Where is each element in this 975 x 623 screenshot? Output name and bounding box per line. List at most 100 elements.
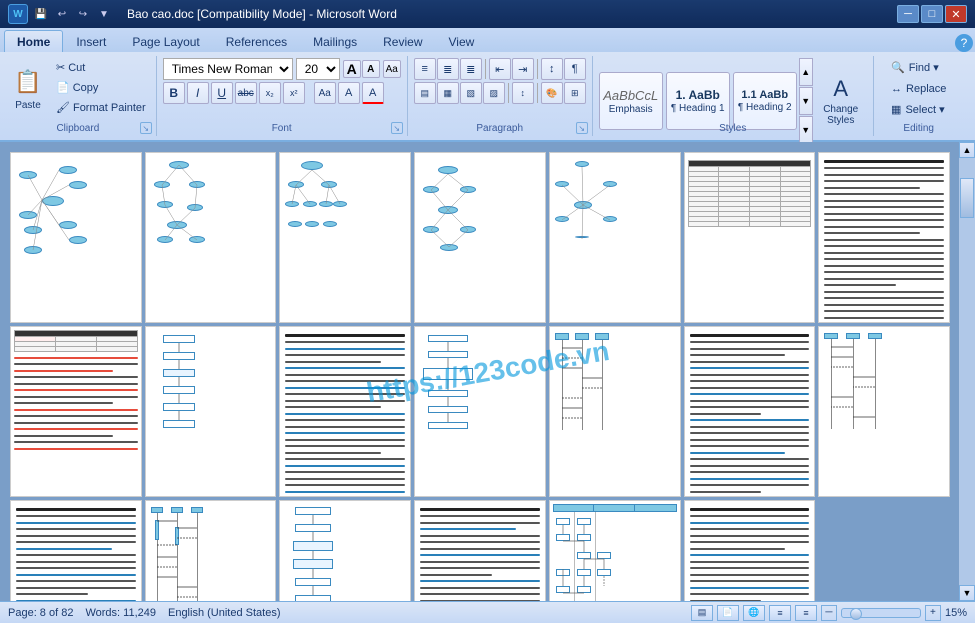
show-para-button[interactable]: ¶ <box>564 58 586 80</box>
text-line <box>824 193 944 195</box>
thumb-3[interactable] <box>279 152 411 323</box>
align-center-button[interactable]: ▦ <box>437 82 459 104</box>
font-grow-button[interactable]: A <box>343 60 361 78</box>
bold-button[interactable]: B <box>163 82 185 104</box>
font-name-select[interactable]: Times New Roman <box>163 58 293 80</box>
style-heading2[interactable]: 1.1 AaBb ¶ Heading 2 <box>733 72 797 130</box>
thumb-8[interactable] <box>10 326 142 497</box>
scroll-down-button[interactable]: ▼ <box>959 585 975 601</box>
styles-scroll-up[interactable]: ▲ <box>799 58 813 86</box>
align-right-button[interactable]: ▧ <box>460 82 482 104</box>
thumb-9[interactable] <box>145 326 277 497</box>
thumb-5[interactable] <box>549 152 681 323</box>
quick-redo[interactable]: ↪ <box>74 5 92 23</box>
zoom-out-button[interactable]: ─ <box>821 605 837 621</box>
quick-dropdown[interactable]: ▼ <box>95 5 113 23</box>
style-emphasis[interactable]: AaBbCcL Emphasis <box>599 72 663 130</box>
thumb-7[interactable] <box>818 152 950 323</box>
find-button[interactable]: 🔍 Find ▾ <box>887 58 943 77</box>
italic-button[interactable]: I <box>187 82 209 104</box>
superscript-button[interactable]: x² <box>283 82 305 104</box>
text-line <box>285 400 405 402</box>
tab-insert[interactable]: Insert <box>63 30 119 52</box>
case-button[interactable]: Aa <box>314 82 336 104</box>
tab-view[interactable]: View <box>436 30 488 52</box>
font-expand[interactable]: ↘ <box>391 122 403 134</box>
text-line <box>16 554 136 556</box>
tab-home[interactable]: Home <box>4 30 63 52</box>
paste-button[interactable]: 📋 Paste <box>6 58 50 118</box>
scroll-thumb[interactable] <box>960 178 974 218</box>
indent-inc-button[interactable]: ⇥ <box>512 58 534 80</box>
font-color-button[interactable]: A <box>362 82 384 104</box>
indent-dec-button[interactable]: ⇤ <box>489 58 511 80</box>
change-styles-button[interactable]: A Change Styles <box>815 71 867 131</box>
paste-label: Paste <box>15 100 41 111</box>
thumb-17[interactable] <box>145 500 277 601</box>
quick-save[interactable]: 💾 <box>32 5 50 23</box>
font-shrink-button[interactable]: A <box>362 60 380 78</box>
thumb-21[interactable] <box>684 500 816 601</box>
cut-button[interactable]: ✂ Cut <box>52 58 150 77</box>
paragraph-expand[interactable]: ↘ <box>576 122 588 134</box>
maximize-button[interactable]: □ <box>921 5 943 23</box>
thumb-11[interactable] <box>414 326 546 497</box>
strikethrough-button[interactable]: abc <box>235 82 257 104</box>
align-left-button[interactable]: ▤ <box>414 82 436 104</box>
draft-view[interactable]: ≡ <box>795 605 817 621</box>
outline-view[interactable]: ≡ <box>769 605 791 621</box>
select-button[interactable]: ▦ Select ▾ <box>887 100 949 119</box>
clipboard-expand[interactable]: ↘ <box>140 122 152 134</box>
thumb-6[interactable] <box>684 152 816 323</box>
justify-button[interactable]: ▨ <box>483 82 505 104</box>
borders-button[interactable]: ⊞ <box>564 82 586 104</box>
sort-button[interactable]: ↕ <box>541 58 563 80</box>
thumb-13[interactable] <box>684 326 816 497</box>
line-spacing-button[interactable]: ↕ <box>512 82 534 104</box>
tab-mailings[interactable]: Mailings <box>300 30 370 52</box>
scroll-track[interactable] <box>959 158 975 585</box>
help-button[interactable]: ? <box>955 34 973 52</box>
thumb-10[interactable] <box>279 326 411 497</box>
text-line <box>824 252 944 254</box>
multilevel-button[interactable]: ≣ <box>460 58 482 80</box>
subscript-button[interactable]: x₂ <box>259 82 281 104</box>
zoom-in-button[interactable]: + <box>925 605 941 621</box>
thumb-2[interactable] <box>145 152 277 323</box>
bullets-button[interactable]: ≡ <box>414 58 436 80</box>
text-line <box>285 491 405 493</box>
tab-pagelayout[interactable]: Page Layout <box>119 30 212 52</box>
thumb-19[interactable] <box>414 500 546 601</box>
styles-scroll-down[interactable]: ▼ <box>799 87 813 115</box>
copy-button[interactable]: 📄 Copy <box>52 78 150 97</box>
zoom-slider[interactable] <box>841 608 921 618</box>
thumb-15[interactable] <box>818 326 950 497</box>
thumb-20[interactable] <box>549 500 681 601</box>
minimize-button[interactable]: ─ <box>897 5 919 23</box>
format-painter-button[interactable]: 🖌 Format Painter <box>52 98 150 117</box>
style-heading1[interactable]: 1. AaBb ¶ Heading 1 <box>666 72 730 130</box>
numbering-button[interactable]: ≣ <box>437 58 459 80</box>
shading-button[interactable]: 🎨 <box>541 82 563 104</box>
scroll-up-button[interactable]: ▲ <box>959 142 975 158</box>
thumb-1[interactable] <box>10 152 142 323</box>
thumb-4[interactable] <box>414 152 546 323</box>
text-line <box>14 396 138 398</box>
quick-undo[interactable]: ↩ <box>53 5 71 23</box>
replace-button[interactable]: ↔ Replace <box>887 79 950 98</box>
font-size-select[interactable]: 20 <box>296 58 340 80</box>
clear-formatting-button[interactable]: Aa <box>383 60 401 78</box>
close-button[interactable]: ✕ <box>945 5 967 23</box>
print-layout-view[interactable]: ▤ <box>691 605 713 621</box>
tab-references[interactable]: References <box>213 30 300 52</box>
zoom-thumb[interactable] <box>850 608 862 620</box>
highlight-button[interactable]: A <box>338 82 360 104</box>
thumb-18[interactable] <box>279 500 411 601</box>
full-reading-view[interactable]: 📄 <box>717 605 739 621</box>
tab-review[interactable]: Review <box>370 30 435 52</box>
thumb-12[interactable] <box>549 326 681 497</box>
web-layout-view[interactable]: 🌐 <box>743 605 765 621</box>
thumb-16[interactable] <box>10 500 142 601</box>
language[interactable]: English (United States) <box>168 607 281 619</box>
underline-button[interactable]: U <box>211 82 233 104</box>
